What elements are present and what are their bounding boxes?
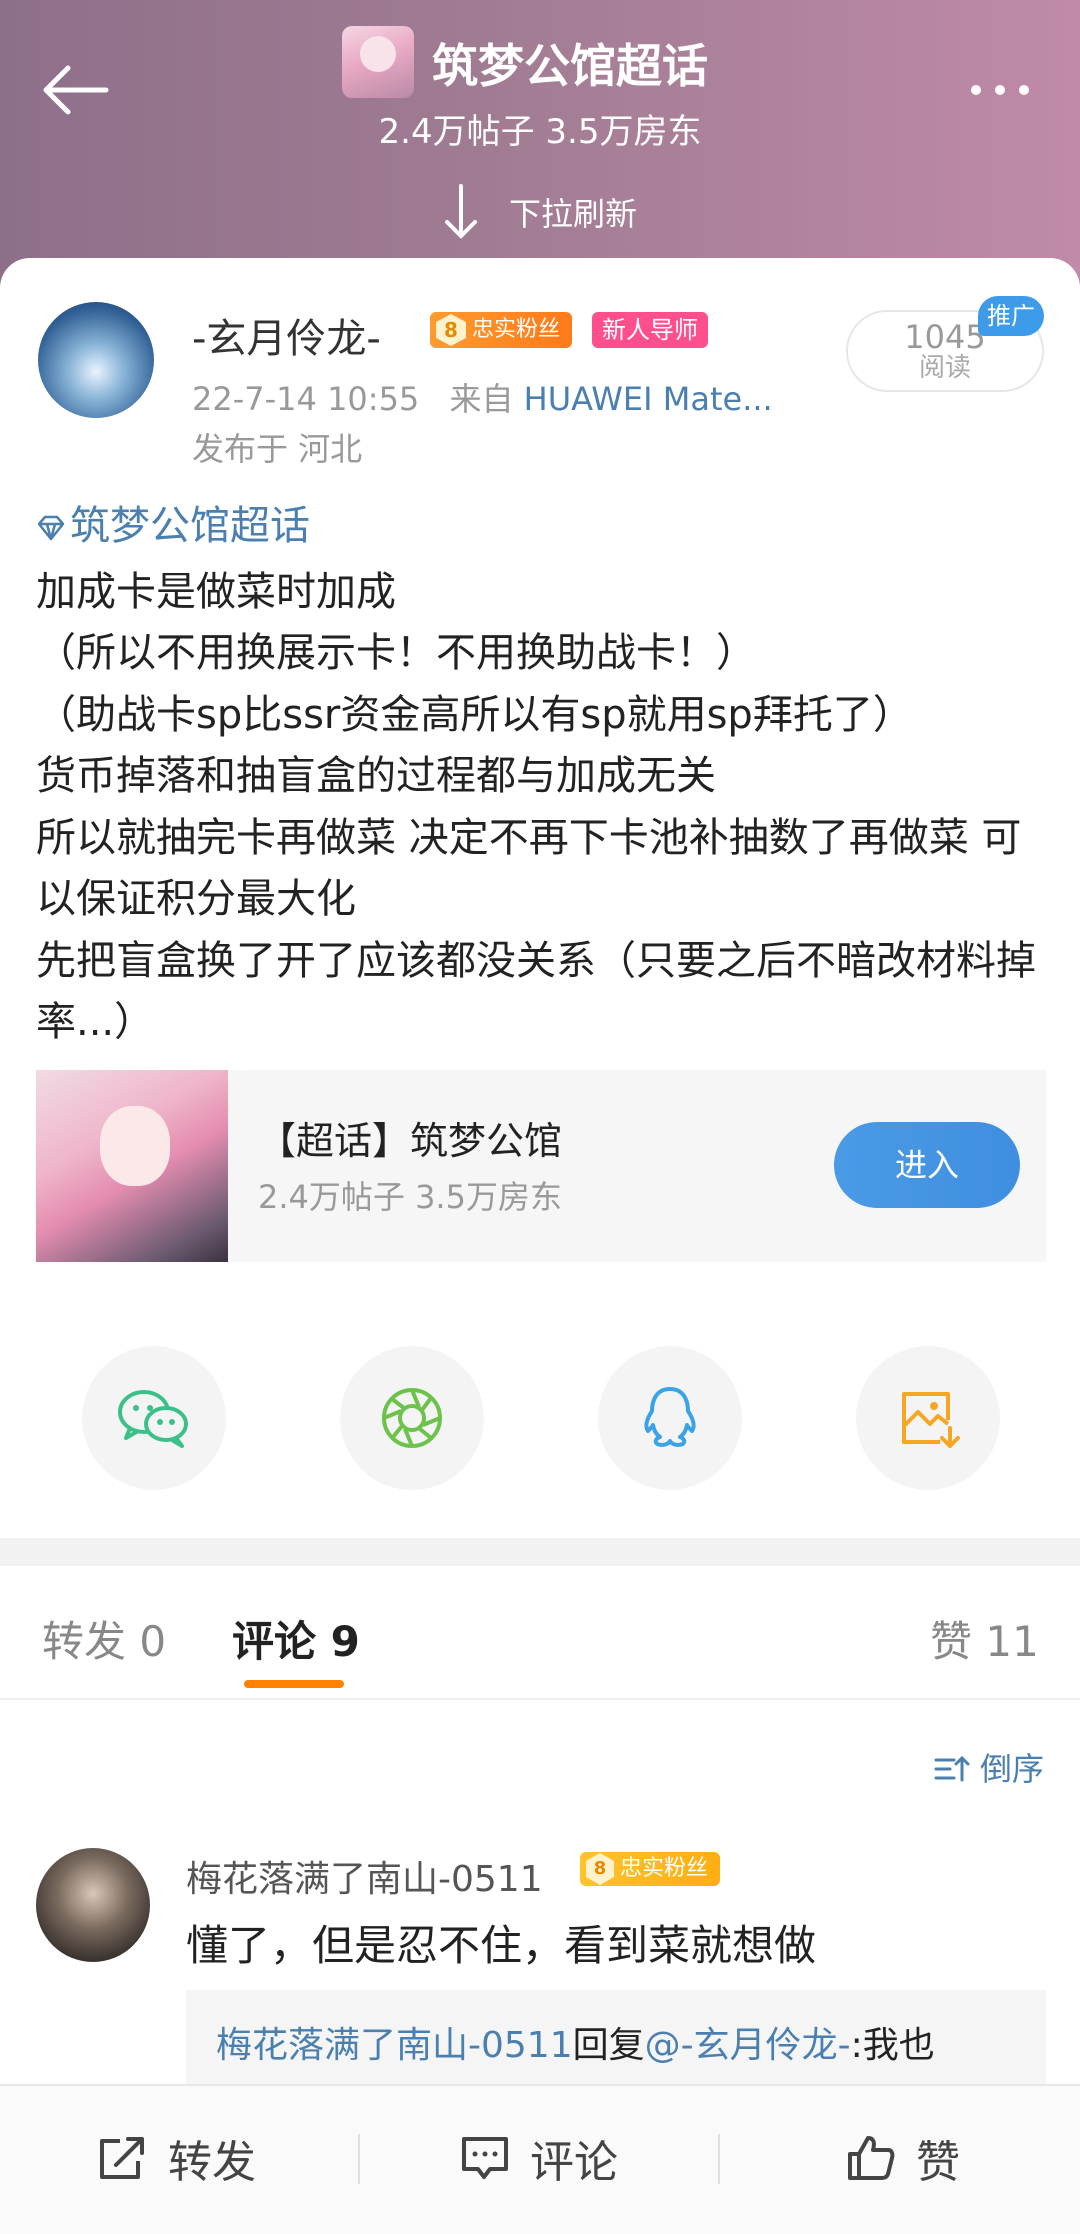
divider bbox=[0, 1698, 1080, 1700]
thumbs-up-icon bbox=[848, 2136, 895, 2180]
fan-badge-label: 忠实粉丝 bbox=[472, 317, 561, 342]
super-topic-icon bbox=[36, 500, 66, 562]
post-time: 22-7-14 10:55 bbox=[192, 380, 420, 418]
super-topic-name: 【超话】筑梦公馆 bbox=[258, 1119, 563, 1163]
repost-icon bbox=[100, 2137, 144, 2179]
share-qq-button[interactable] bbox=[598, 1346, 742, 1490]
reply-text: :我也 bbox=[850, 2025, 935, 2066]
bottom-action-bar: 转发 评论 赞 bbox=[0, 2084, 1080, 2234]
comment-button[interactable]: 评论 bbox=[460, 2126, 618, 2190]
commenter-badge-label: 忠实粉丝 bbox=[620, 1856, 709, 1881]
content-line: 所以就抽完卡再做菜 决定不再下卡池补抽数了再做菜 可以保证积分最大化 bbox=[36, 814, 1022, 923]
tab-comment[interactable]: 评论 9 bbox=[232, 1608, 360, 1669]
wechat-icon bbox=[118, 1390, 188, 1448]
post-device[interactable]: HUAWEI Mate... bbox=[524, 380, 773, 418]
topic-link-label: 筑梦公馆超话 bbox=[70, 503, 310, 549]
commenter-fan-badge[interactable]: 8 忠实粉丝 bbox=[580, 1852, 721, 1886]
super-topic-card[interactable]: 【超话】筑梦公馆 2.4万帖子 3.5万房东 进入 bbox=[36, 1070, 1046, 1262]
topic-stats: 2.4万帖子 3.5万房东 bbox=[378, 112, 702, 152]
commenter-fan-level: 8 bbox=[586, 1853, 614, 1885]
save-image-button[interactable] bbox=[856, 1346, 1000, 1490]
comment-label: 评论 bbox=[530, 2137, 618, 2188]
topic-avatar[interactable] bbox=[342, 26, 414, 98]
divider bbox=[718, 2134, 720, 2184]
like-label: 赞 bbox=[916, 2137, 960, 2188]
post-meta: 22-7-14 10:55 来自 HUAWEI Mate... bbox=[192, 374, 773, 420]
like-button[interactable]: 赞 bbox=[846, 2126, 960, 2190]
comment-icon bbox=[462, 2137, 508, 2179]
author-avatar[interactable] bbox=[38, 302, 154, 418]
promo-tag[interactable]: 推广 bbox=[978, 296, 1044, 336]
reply-user[interactable]: 梅花落满了南山-0511 bbox=[216, 2025, 573, 2066]
commenter-avatar[interactable] bbox=[36, 1848, 150, 1962]
reply-word: 回复 bbox=[572, 2025, 645, 2066]
content-line: 加成卡是做菜时加成 bbox=[36, 568, 396, 615]
refresh-label: 下拉刷新 bbox=[508, 195, 637, 233]
more-options-button[interactable] bbox=[960, 70, 1040, 110]
super-topic-stats: 2.4万帖子 3.5万房东 bbox=[258, 1178, 562, 1216]
pull-refresh-hint: 下拉刷新 bbox=[0, 184, 1080, 248]
commenter-name[interactable]: 梅花落满了南山-0511 bbox=[186, 1850, 543, 1902]
qq-icon bbox=[644, 1387, 696, 1447]
share-moments-button[interactable] bbox=[340, 1346, 484, 1490]
comment-text: 懂了，但是忍不住，看到菜就想做 bbox=[186, 1921, 817, 1970]
super-topic-thumbnail bbox=[36, 1070, 228, 1262]
tab-repost[interactable]: 转发 0 bbox=[42, 1608, 166, 1669]
tab-like[interactable]: 赞 11 bbox=[930, 1608, 1039, 1669]
post-content: 筑梦公馆超话 加成卡是做菜时加成 （所以不用换展示卡！不用换助战卡！） （助战卡… bbox=[36, 496, 1046, 1054]
enter-button[interactable]: 进入 bbox=[834, 1122, 1020, 1208]
save-image-icon bbox=[902, 1392, 960, 1448]
topic-header: 筑梦公馆超话 2.4万帖子 3.5万房东 下拉刷新 bbox=[0, 0, 1080, 300]
fan-badge[interactable]: 8 忠实粉丝 bbox=[430, 312, 573, 348]
content-line: （所以不用换展示卡！不用换助战卡！） bbox=[36, 630, 756, 676]
post-location: 发布于 河北 bbox=[192, 430, 363, 468]
divider bbox=[358, 2134, 360, 2184]
fan-level: 8 bbox=[436, 314, 466, 346]
from-label: 来自 bbox=[449, 380, 514, 418]
topic-link[interactable]: 筑梦公馆超话 bbox=[36, 503, 310, 549]
sort-icon bbox=[934, 1750, 980, 1788]
content-line: 先把盲盒换了开了应该都没关系（只要之后不暗改材料掉率...） bbox=[36, 937, 1036, 1046]
moments-icon bbox=[382, 1388, 442, 1448]
content-line: （助战卡sp比ssr资金高所以有sp就用sp拜托了） bbox=[36, 691, 913, 738]
reply-target[interactable]: @-玄月伶龙- bbox=[645, 2025, 851, 2066]
repost-button[interactable]: 转发 bbox=[98, 2126, 256, 2190]
content-line: 货币掉落和抽盲盒的过程都与加成无关 bbox=[36, 753, 716, 799]
author-name[interactable]: -玄月伶龙- bbox=[192, 306, 381, 364]
read-label: 阅读 bbox=[918, 353, 971, 383]
active-tab-indicator bbox=[244, 1680, 344, 1688]
sort-label: 倒序 bbox=[979, 1750, 1044, 1788]
sort-button[interactable]: 倒序 bbox=[934, 1744, 1044, 1790]
down-arrow-icon bbox=[443, 184, 479, 248]
topic-title: 筑梦公馆超话 bbox=[432, 39, 708, 93]
repost-label: 转发 bbox=[168, 2137, 256, 2188]
share-wechat-button[interactable] bbox=[82, 1346, 226, 1490]
mentor-badge[interactable]: 新人导师 bbox=[592, 312, 708, 348]
